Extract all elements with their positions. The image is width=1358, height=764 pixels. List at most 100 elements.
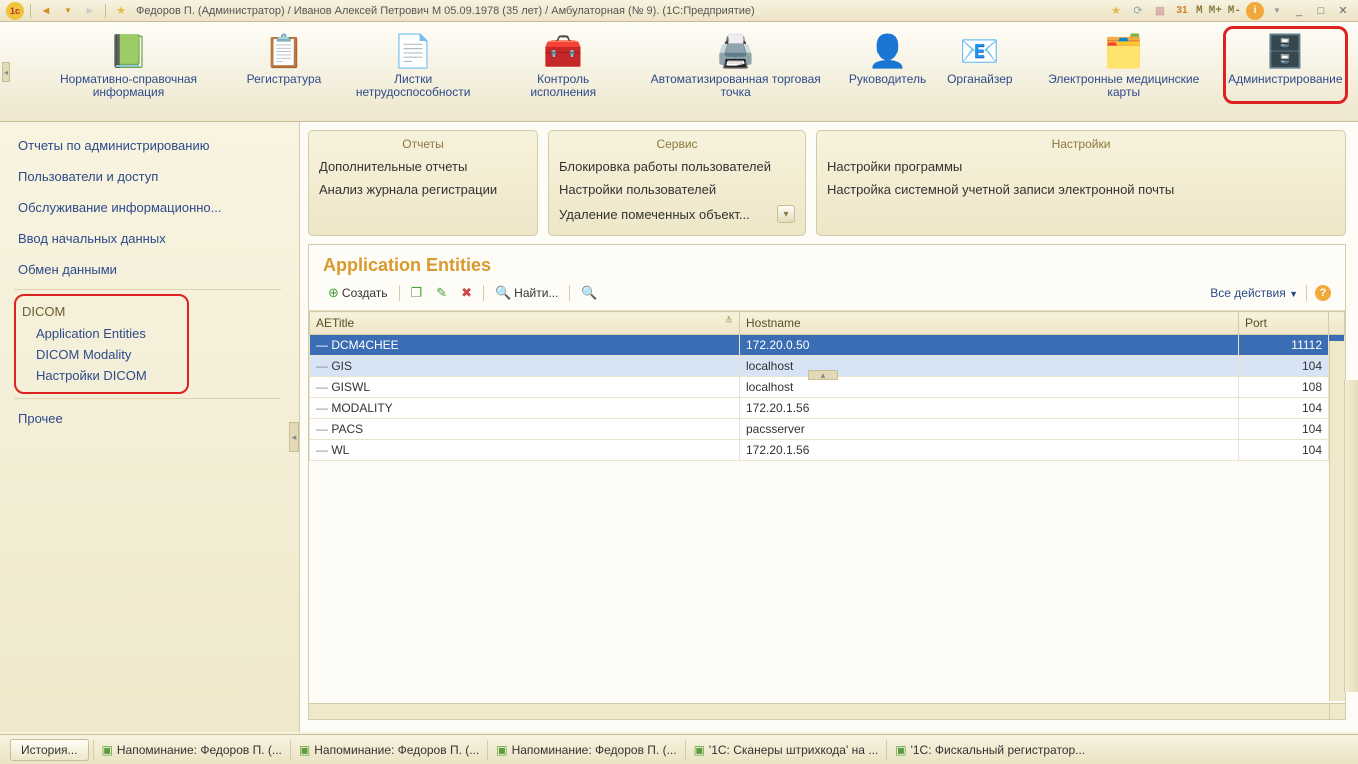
sidebar-item[interactable]: Обмен данными xyxy=(14,254,299,285)
cell-hostname: 172.20.0.50 xyxy=(740,335,1239,356)
cell-hostname: 172.20.1.56 xyxy=(740,440,1239,461)
nav-item-emr[interactable]: 🗂️Электронные медицинские карты xyxy=(1027,26,1221,104)
list-toolbar: ⊕Создать ❐ ✎ ✖ 🔍Найти... 🔍 Все действия … xyxy=(309,282,1345,311)
cell-aetitle: — MODALITY xyxy=(310,398,740,419)
close-icon[interactable]: ✕ xyxy=(1334,2,1352,20)
nav-item-sick-leave[interactable]: 📄Листки нетрудоспособности xyxy=(331,26,495,104)
clear-find-button[interactable]: 🔍 xyxy=(576,282,602,304)
page-title: Application Entities xyxy=(309,245,1345,282)
panel-link[interactable]: Удаление помеченных объект...▾ xyxy=(559,201,795,227)
panel-link-label: Настройка системной учетной записи элект… xyxy=(827,182,1174,197)
history-button[interactable]: История... xyxy=(10,739,89,761)
sidebar-item[interactable]: Ввод начальных данных xyxy=(14,223,299,254)
sidebar-item[interactable]: Обслуживание информационно... xyxy=(14,192,299,223)
maximize-icon[interactable]: □ xyxy=(1312,2,1330,20)
panel-link[interactable]: Настройки программы xyxy=(827,155,1335,178)
cell-port: 108 xyxy=(1239,377,1329,398)
col-hostname[interactable]: Hostname xyxy=(740,312,1239,335)
delete-mark-button[interactable]: ✖ xyxy=(456,282,477,304)
panel-link[interactable]: Анализ журнала регистрации xyxy=(319,178,527,201)
panels-collapse-handle[interactable]: ▴ xyxy=(808,370,838,380)
nav-item-ref-info[interactable]: 📗Нормативно-справочная информация xyxy=(20,26,237,104)
taskbar-item[interactable]: ▣'1С: Фискальный регистратор... xyxy=(886,740,1093,760)
separator xyxy=(1306,285,1307,301)
memory-m-button[interactable]: M xyxy=(1193,5,1206,17)
info-icon[interactable]: i xyxy=(1246,2,1264,20)
col-port[interactable]: Port xyxy=(1239,312,1329,335)
cell-port: 104 xyxy=(1239,356,1329,377)
nav-item-organizer[interactable]: 📧Органайзер xyxy=(935,26,1025,104)
grid-scrollbar-horizontal[interactable] xyxy=(309,703,1329,719)
nav-label: Электронные медицинские карты xyxy=(1036,73,1212,99)
panel-link[interactable]: Настройка системной учетной записи элект… xyxy=(827,178,1335,201)
nav-forward-icon[interactable]: ► xyxy=(81,2,99,20)
nav-back-icon[interactable]: ◄ xyxy=(37,2,55,20)
sidebar-item-other[interactable]: Прочее xyxy=(14,403,299,434)
favorites-icon[interactable]: ★ xyxy=(1107,2,1125,20)
find-button[interactable]: 🔍Найти... xyxy=(490,282,563,304)
task-icon: ▣ xyxy=(895,743,906,757)
memory-mplus-button[interactable]: M+ xyxy=(1206,5,1225,17)
nav-dropdown-icon[interactable]: ▼ xyxy=(59,2,77,20)
panel-link[interactable]: Блокировка работы пользователей xyxy=(559,155,795,178)
cell-aetitle: — GIS xyxy=(310,356,740,377)
calendar-icon[interactable]: 31 xyxy=(1173,2,1191,20)
table-row[interactable]: — MODALITY172.20.1.56104 xyxy=(310,398,1345,419)
row-marker-icon: — xyxy=(316,380,328,394)
all-actions-menu[interactable]: Все действия ▼ xyxy=(1210,286,1298,300)
table-row[interactable]: — DCM4CHEE172.20.0.5011112 xyxy=(310,335,1345,356)
taskbar-item[interactable]: ▣Напоминание: Федоров П. (... xyxy=(290,740,487,760)
admin-icon: 🗄️ xyxy=(1261,31,1309,71)
pencil-icon: ✎ xyxy=(436,285,447,301)
col-aetitle[interactable]: AETitle≛ xyxy=(310,312,740,335)
grid-scrollbar-vertical[interactable] xyxy=(1329,341,1345,701)
calculator-icon[interactable]: ▦ xyxy=(1151,2,1169,20)
all-actions-label: Все действия xyxy=(1210,286,1285,300)
nav-item-exec-control[interactable]: 🧰Контроль исполнения xyxy=(497,26,629,104)
taskbar-item[interactable]: ▣'1С: Сканеры штрихкода' на ... xyxy=(685,740,887,760)
panel-link[interactable]: Настройки пользователей xyxy=(559,178,795,201)
task-label: Напоминание: Федоров П. (... xyxy=(512,743,677,757)
panel-link-label: Настройки программы xyxy=(827,159,962,174)
nav-item-pos[interactable]: 🖨️Автоматизированная торговая точка xyxy=(631,26,840,104)
nav-item-registry[interactable]: 📋Регистратура xyxy=(239,26,329,104)
info-dropdown-icon[interactable]: ▼ xyxy=(1268,2,1286,20)
nav-label: Нормативно-справочная информация xyxy=(29,73,228,99)
search-icon: 🔍 xyxy=(495,285,511,301)
divider xyxy=(14,289,281,290)
sidebar-subitem[interactable]: Application Entities xyxy=(22,323,181,344)
content-scrollbar-vertical[interactable] xyxy=(1344,380,1358,692)
nav-label: Руководитель xyxy=(849,73,926,86)
nav-item-admin[interactable]: 🗄️ Администрирование xyxy=(1223,26,1348,104)
nav-item-manager[interactable]: 👤Руководитель xyxy=(842,26,933,104)
sidebar-subitem[interactable]: Настройки DICOM xyxy=(22,365,181,386)
edit-button[interactable]: ✎ xyxy=(431,282,452,304)
separator xyxy=(569,285,570,301)
copy-button[interactable]: ❐ xyxy=(406,282,428,304)
panel-title: Настройки xyxy=(827,135,1335,155)
sidebar-item[interactable]: Пользователи и доступ xyxy=(14,161,299,192)
sidebar-item[interactable]: Отчеты по администрированию xyxy=(14,130,299,161)
toolbar-collapse-handle[interactable]: ◂ xyxy=(2,62,10,82)
table-row[interactable]: — WL172.20.1.56104 xyxy=(310,440,1345,461)
panel-expand-icon[interactable]: ▾ xyxy=(777,205,795,223)
panel-title: Сервис xyxy=(559,135,795,155)
minimize-icon[interactable]: _ xyxy=(1290,2,1308,20)
create-button[interactable]: ⊕Создать xyxy=(323,282,393,304)
sidebar-collapse-handle[interactable]: ◂ xyxy=(289,422,299,452)
organizer-icon: 📧 xyxy=(956,31,1004,71)
divider xyxy=(14,398,281,399)
panel-link[interactable]: Дополнительные отчеты xyxy=(319,155,527,178)
table-row[interactable]: — PACSpacsserver104 xyxy=(310,419,1345,440)
help-icon[interactable]: ? xyxy=(1315,285,1331,301)
sidebar-subitem[interactable]: DICOM Modality xyxy=(22,344,181,365)
content-area: Отчеты Дополнительные отчетыАнализ журна… xyxy=(300,122,1358,732)
nav-label: Администрирование xyxy=(1228,73,1342,86)
memory-mminus-button[interactable]: M- xyxy=(1225,5,1244,17)
favorite-star-icon[interactable]: ★ xyxy=(112,2,130,20)
taskbar-item[interactable]: ▣Напоминание: Федоров П. (... xyxy=(93,740,290,760)
chevron-down-icon: ▼ xyxy=(1289,289,1298,299)
taskbar-item[interactable]: ▣Напоминание: Федоров П. (... xyxy=(487,740,684,760)
history-icon[interactable]: ⟳ xyxy=(1129,2,1147,20)
find-label: Найти... xyxy=(514,286,558,300)
